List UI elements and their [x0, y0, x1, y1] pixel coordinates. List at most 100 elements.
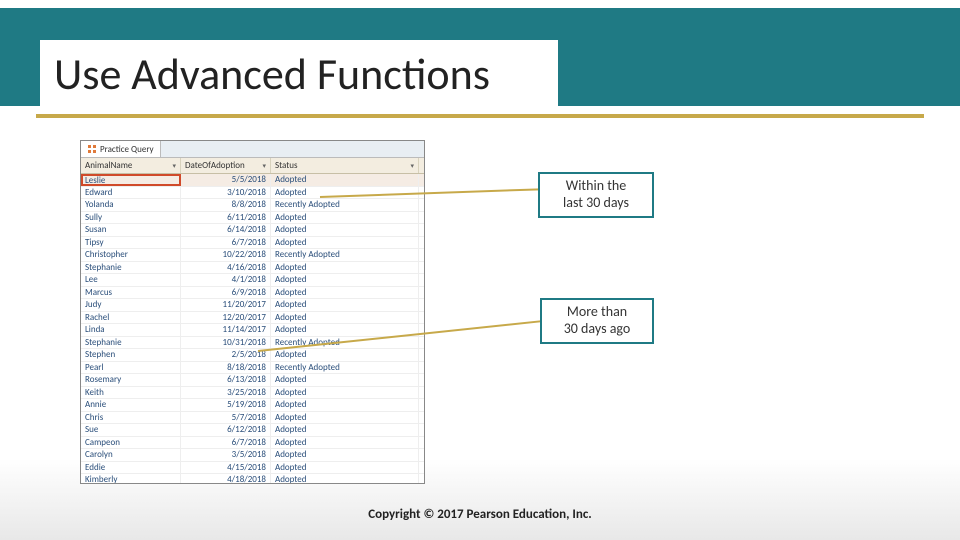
cell-status[interactable]: Adopted — [271, 262, 419, 274]
cell-date[interactable]: 4/18/2018 — [181, 474, 271, 484]
cell-status[interactable]: Adopted — [271, 324, 419, 336]
cell-status[interactable]: Adopted — [271, 462, 419, 474]
cell-date[interactable]: 3/10/2018 — [181, 187, 271, 199]
cell-name[interactable]: Judy — [81, 299, 181, 311]
cell-name[interactable]: Stephen — [81, 349, 181, 361]
cell-date[interactable]: 5/19/2018 — [181, 399, 271, 411]
cell-name[interactable]: Sully — [81, 212, 181, 224]
table-row[interactable]: Rosemary6/13/2018Adopted — [81, 374, 424, 387]
cell-status[interactable]: Adopted — [271, 212, 419, 224]
cell-name[interactable]: Eddie — [81, 462, 181, 474]
cell-status[interactable]: Recently Adopted — [271, 362, 419, 374]
cell-name[interactable]: Tipsy — [81, 237, 181, 249]
table-row[interactable]: Leslie5/5/2018Adopted — [81, 174, 424, 187]
cell-date[interactable]: 4/15/2018 — [181, 462, 271, 474]
cell-name[interactable]: Susan — [81, 224, 181, 236]
column-header-name[interactable]: AnimalName ▾ — [81, 158, 181, 173]
cell-name[interactable]: Carolyn — [81, 449, 181, 461]
column-header-date[interactable]: DateOfAdoption ▾ — [181, 158, 271, 173]
cell-status[interactable]: Recently Adopted — [271, 249, 419, 261]
table-row[interactable]: Rachel12/20/2017Adopted — [81, 312, 424, 325]
table-row[interactable]: Sully6/11/2018Adopted — [81, 212, 424, 225]
column-header-status[interactable]: Status ▾ — [271, 158, 419, 173]
table-row[interactable]: Christopher10/22/2018Recently Adopted — [81, 249, 424, 262]
cell-date[interactable]: 11/20/2017 — [181, 299, 271, 311]
cell-name[interactable]: Linda — [81, 324, 181, 336]
cell-date[interactable]: 12/20/2017 — [181, 312, 271, 324]
cell-status[interactable]: Adopted — [271, 437, 419, 449]
cell-name[interactable]: Yolanda — [81, 199, 181, 211]
cell-name[interactable]: Stephanie — [81, 337, 181, 349]
table-row[interactable]: Tipsy6/7/2018Adopted — [81, 237, 424, 250]
cell-status[interactable]: Adopted — [271, 387, 419, 399]
cell-status[interactable]: Adopted — [271, 274, 419, 286]
cell-date[interactable]: 6/12/2018 — [181, 424, 271, 436]
cell-date[interactable]: 5/7/2018 — [181, 412, 271, 424]
cell-date[interactable]: 6/7/2018 — [181, 237, 271, 249]
cell-date[interactable]: 3/5/2018 — [181, 449, 271, 461]
cell-date[interactable]: 8/8/2018 — [181, 199, 271, 211]
cell-status[interactable]: Adopted — [271, 374, 419, 386]
cell-name[interactable]: Keith — [81, 387, 181, 399]
cell-name[interactable]: Pearl — [81, 362, 181, 374]
table-row[interactable]: Pearl8/18/2018Recently Adopted — [81, 362, 424, 375]
table-row[interactable]: Keith3/25/2018Adopted — [81, 387, 424, 400]
cell-date[interactable]: 10/31/2018 — [181, 337, 271, 349]
table-row[interactable]: Kimberly4/18/2018Adopted — [81, 474, 424, 484]
table-row[interactable]: Lee4/1/2018Adopted — [81, 274, 424, 287]
cell-name[interactable]: Stephanie — [81, 262, 181, 274]
cell-date[interactable]: 4/16/2018 — [181, 262, 271, 274]
cell-status[interactable]: Adopted — [271, 174, 419, 186]
cell-name[interactable]: Leslie — [81, 174, 181, 186]
cell-status[interactable]: Adopted — [271, 224, 419, 236]
cell-status[interactable]: Adopted — [271, 287, 419, 299]
cell-name[interactable]: Lee — [81, 274, 181, 286]
table-row[interactable]: Carolyn3/5/2018Adopted — [81, 449, 424, 462]
cell-status[interactable]: Adopted — [271, 349, 419, 361]
cell-status[interactable]: Adopted — [271, 412, 419, 424]
cell-date[interactable]: 6/11/2018 — [181, 212, 271, 224]
table-row[interactable]: Yolanda8/8/2018Recently Adopted — [81, 199, 424, 212]
table-row[interactable]: Susan6/14/2018Adopted — [81, 224, 424, 237]
cell-name[interactable]: Rosemary — [81, 374, 181, 386]
cell-name[interactable]: Kimberly — [81, 474, 181, 484]
cell-name[interactable]: Edward — [81, 187, 181, 199]
cell-date[interactable]: 6/14/2018 — [181, 224, 271, 236]
cell-name[interactable]: Marcus — [81, 287, 181, 299]
table-row[interactable]: Annie5/19/2018Adopted — [81, 399, 424, 412]
cell-name[interactable]: Chris — [81, 412, 181, 424]
cell-name[interactable]: Christopher — [81, 249, 181, 261]
cell-date[interactable]: 3/25/2018 — [181, 387, 271, 399]
cell-status[interactable]: Adopted — [271, 237, 419, 249]
cell-date[interactable]: 10/22/2018 — [181, 249, 271, 261]
table-row[interactable]: Judy11/20/2017Adopted — [81, 299, 424, 312]
cell-date[interactable]: 6/13/2018 — [181, 374, 271, 386]
table-row[interactable]: Campeon6/7/2018Adopted — [81, 437, 424, 450]
cell-status[interactable]: Adopted — [271, 449, 419, 461]
cell-date[interactable]: 11/14/2017 — [181, 324, 271, 336]
cell-status[interactable]: Adopted — [271, 312, 419, 324]
cell-status[interactable]: Adopted — [271, 474, 419, 484]
table-row[interactable]: Edward3/10/2018Adopted — [81, 187, 424, 200]
cell-name[interactable]: Campeon — [81, 437, 181, 449]
cell-name[interactable]: Sue — [81, 424, 181, 436]
table-row[interactable]: Eddie4/15/2018Adopted — [81, 462, 424, 475]
table-row[interactable]: Stephen2/5/2018Adopted — [81, 349, 424, 362]
table-row[interactable]: Sue6/12/2018Adopted — [81, 424, 424, 437]
cell-name[interactable]: Rachel — [81, 312, 181, 324]
cell-date[interactable]: 4/1/2018 — [181, 274, 271, 286]
query-tab[interactable]: Practice Query — [81, 141, 161, 157]
cell-status[interactable]: Adopted — [271, 399, 419, 411]
cell-date[interactable]: 6/9/2018 — [181, 287, 271, 299]
cell-date[interactable]: 5/5/2018 — [181, 174, 271, 186]
cell-status[interactable]: Recently Adopted — [271, 199, 419, 211]
cell-status[interactable]: Adopted — [271, 424, 419, 436]
table-row[interactable]: Marcus6/9/2018Adopted — [81, 287, 424, 300]
table-row[interactable]: Chris5/7/2018Adopted — [81, 412, 424, 425]
table-row[interactable]: Linda11/14/2017Adopted — [81, 324, 424, 337]
cell-name[interactable]: Annie — [81, 399, 181, 411]
cell-date[interactable]: 6/7/2018 — [181, 437, 271, 449]
cell-status[interactable]: Adopted — [271, 299, 419, 311]
table-row[interactable]: Stephanie4/16/2018Adopted — [81, 262, 424, 275]
cell-date[interactable]: 8/18/2018 — [181, 362, 271, 374]
